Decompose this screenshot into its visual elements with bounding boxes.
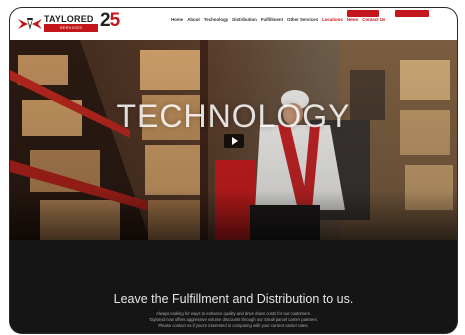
site-header: TAYLORED SERVICES 25 Home About Technolo…	[10, 8, 457, 40]
logo-wings-icon	[18, 18, 42, 30]
hero-video[interactable]: TECHNOLOGY	[10, 40, 457, 240]
browser-frame: TAYLORED SERVICES 25 Home About Technolo…	[10, 8, 457, 333]
nav-item-fulfillment[interactable]: Fulfillment	[261, 17, 283, 22]
nav-item-news[interactable]: News	[347, 17, 358, 22]
main-nav: Home About Technology Distribution Fulfi…	[171, 17, 385, 22]
cta-line-3: Please contact us if you're interested i…	[158, 323, 309, 328]
nav-item-contact[interactable]: Contact Us	[362, 17, 385, 22]
logo-name: TAYLORED	[44, 14, 94, 24]
nav-item-other-services[interactable]: Other Services	[287, 17, 318, 22]
cta-heading: Leave the Fulfillment and Distribution t…	[113, 292, 354, 306]
hero-title: TECHNOLOGY	[116, 98, 351, 134]
top-red-button-2[interactable]	[395, 10, 429, 17]
nav-item-locations[interactable]: Locations	[322, 17, 343, 22]
logo-subtitle: SERVICES	[44, 24, 98, 32]
site-logo[interactable]: TAYLORED SERVICES 25	[18, 10, 130, 35]
anniv-digit-1: 2	[100, 10, 111, 31]
cta-section: Leave the Fulfillment and Distribution t…	[10, 240, 457, 333]
play-icon[interactable]	[224, 134, 244, 148]
cta-line-1: Always looking for ways to enhance quali…	[155, 311, 311, 316]
cta-line-2: Taylored now offers aggressive volume di…	[149, 317, 318, 322]
nav-item-distribution[interactable]: Distribution	[232, 17, 257, 22]
nav-item-home[interactable]: Home	[171, 17, 183, 22]
logo-anniversary: 25	[100, 10, 121, 32]
nav-item-technology[interactable]: Technology	[204, 17, 228, 22]
nav-item-about[interactable]: About	[187, 17, 200, 22]
top-red-button-1[interactable]	[347, 10, 379, 17]
anniv-digit-2: 5	[109, 10, 121, 31]
